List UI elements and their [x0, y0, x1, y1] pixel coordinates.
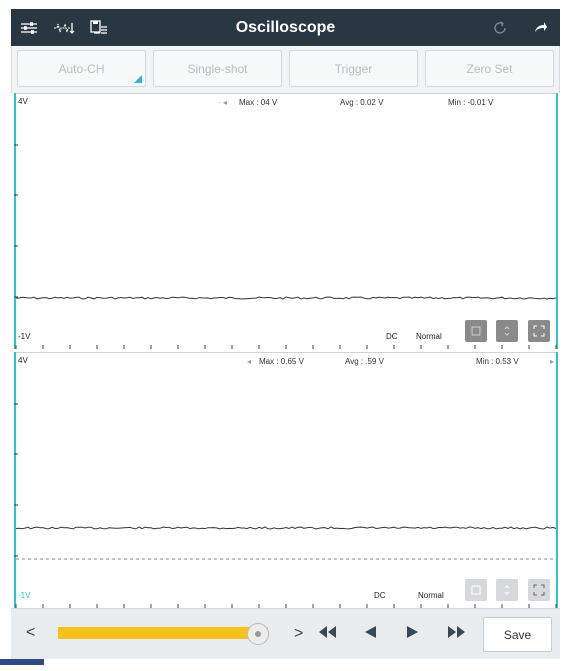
fast-rewind-icon	[319, 626, 336, 638]
auto-ch-label: Auto-CH	[58, 61, 105, 76]
single-shot-button[interactable]: Single-shot	[153, 50, 282, 87]
save-list-icon[interactable]	[81, 9, 116, 46]
channel-1-vertical-button[interactable]	[496, 320, 518, 342]
y-min-label: -1V	[18, 591, 31, 600]
scroll-right-icon[interactable]: ▸	[550, 357, 554, 366]
grid-icon	[471, 585, 481, 595]
mode-label: Normal	[418, 591, 444, 600]
avg-readout: Avg : .59 V	[345, 357, 384, 366]
max-readout: Max : 04 V	[239, 98, 278, 107]
min-readout: Min : -0.01 V	[448, 98, 494, 107]
channel-1-panel[interactable]: 4V -1V · ◂ Max : 04 V Avg : 0.02 V Min :…	[14, 93, 558, 349]
step-forward-icon	[407, 626, 418, 638]
step-back-icon	[365, 626, 376, 638]
time-slider-track[interactable]	[58, 627, 268, 639]
mode-label: Normal	[416, 332, 442, 341]
nav-indicator	[0, 659, 44, 665]
channel-2-vertical-button[interactable]	[496, 579, 518, 601]
scroll-left-icon[interactable]: · ◂	[218, 98, 227, 107]
step-back-button[interactable]	[363, 625, 377, 644]
channel-1-grid-button[interactable]	[465, 320, 487, 342]
settings-sliders-icon[interactable]	[11, 9, 46, 46]
playback-bar: < > Save	[11, 608, 560, 659]
zero-set-label: Zero Set	[466, 61, 513, 76]
coupling-label: DC	[386, 332, 398, 341]
coupling-label: DC	[374, 591, 386, 600]
min-readout: Min : 0.53 V	[476, 357, 519, 366]
y-min-label: -1V	[18, 332, 31, 341]
scroll-left-icon[interactable]: ◂	[247, 357, 251, 366]
trigger-label: Trigger	[334, 61, 373, 76]
trigger-button[interactable]: Trigger	[289, 50, 418, 87]
single-shot-label: Single-shot	[187, 61, 248, 76]
next-button[interactable]: >	[294, 625, 303, 643]
save-button[interactable]: Save	[483, 617, 552, 652]
rewind-fast-button[interactable]	[318, 625, 338, 644]
channel-2-expand-button[interactable]	[528, 579, 550, 601]
y-max-label: 4V	[18, 356, 28, 365]
prev-button[interactable]: <	[26, 624, 35, 642]
channel-2-waveform	[14, 403, 557, 608]
knob-dot	[254, 631, 261, 637]
zero-set-button[interactable]: Zero Set	[425, 50, 554, 87]
channel-1-waveform	[14, 144, 557, 349]
expand-icon	[533, 325, 545, 337]
auto-ch-button[interactable]: Auto-CH	[17, 50, 146, 87]
dropdown-corner-icon	[134, 75, 142, 83]
forward-fast-button[interactable]	[447, 625, 467, 644]
control-bar: Auto-CH Single-shot Trigger Zero Set	[11, 46, 560, 93]
step-forward-button[interactable]	[406, 625, 420, 644]
channel-1-expand-button[interactable]	[528, 320, 550, 342]
vertical-arrows-icon	[504, 326, 510, 336]
waveform-icon[interactable]	[46, 9, 81, 46]
y-max-label: 4V	[18, 97, 28, 106]
time-slider-knob[interactable]	[246, 623, 269, 645]
channel-2-grid-button[interactable]	[465, 579, 487, 601]
max-readout: Max : 0.65 V	[259, 357, 304, 366]
channel-2-panel[interactable]: 4V -1V ◂ Max : 0.65 V Avg : .59 V Min : …	[14, 352, 558, 608]
expand-icon	[533, 584, 545, 596]
title-bar: Oscilloscope	[11, 9, 560, 46]
refresh-icon[interactable]	[480, 9, 520, 46]
vertical-arrows-icon	[504, 585, 510, 595]
grid-icon	[471, 326, 481, 336]
avg-readout: Avg : 0.02 V	[340, 98, 384, 107]
fast-forward-icon	[448, 626, 465, 638]
back-icon[interactable]	[520, 9, 560, 46]
